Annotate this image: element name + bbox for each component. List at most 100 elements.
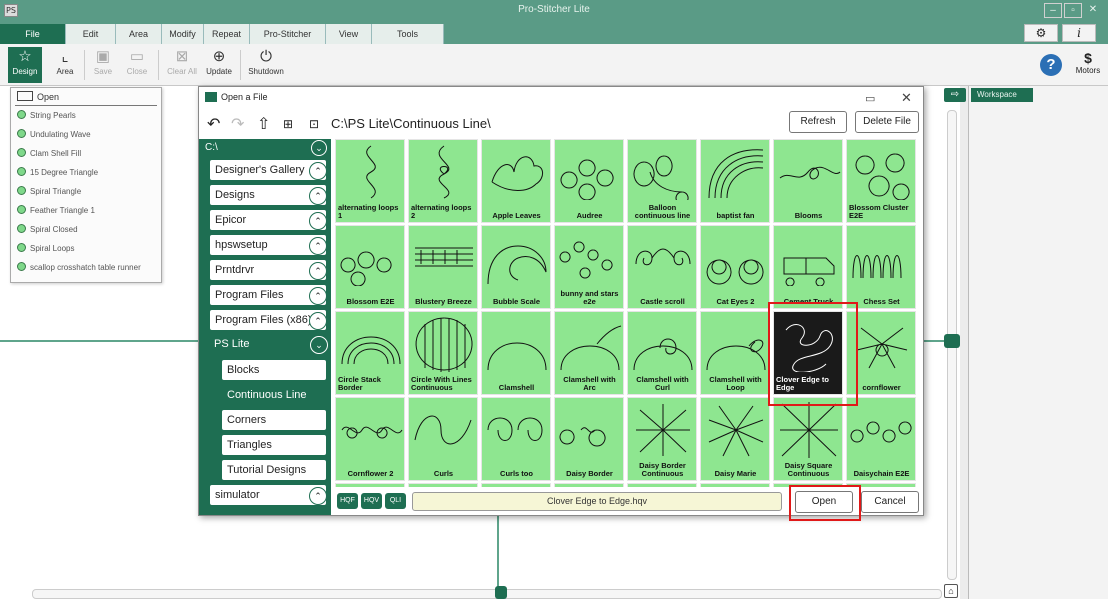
info-icon[interactable]: i bbox=[1062, 24, 1096, 42]
delete-file-button[interactable]: Delete File bbox=[855, 111, 919, 133]
file-thumbnail-partial[interactable] bbox=[408, 483, 478, 487]
file-thumbnail[interactable]: Curls too bbox=[481, 397, 551, 481]
tree-folder[interactable]: Continuous Line bbox=[221, 384, 327, 406]
tree-folder[interactable]: Designer's Gallery ⌃ bbox=[209, 159, 327, 181]
menu-tab-view[interactable]: View bbox=[326, 24, 372, 44]
design-menu-item[interactable]: Spiral Triangle bbox=[11, 182, 161, 201]
menu-tab-repeat[interactable]: Repeat bbox=[204, 24, 250, 44]
file-thumbnail[interactable]: Clamshell bbox=[481, 311, 551, 395]
file-thumbnail[interactable]: Cement Truck bbox=[773, 225, 843, 309]
format-hqv-button[interactable]: HQV bbox=[361, 493, 382, 509]
file-thumbnail[interactable]: Clamshell with Curl bbox=[627, 311, 697, 395]
redo-icon[interactable]: ↷ bbox=[231, 114, 244, 134]
design-menu-item[interactable]: Clam Shell Fill bbox=[11, 144, 161, 163]
chevron-up-icon[interactable]: ⌃ bbox=[309, 287, 327, 305]
cancel-button[interactable]: Cancel bbox=[861, 491, 919, 513]
file-thumbnail[interactable]: Cornflower 2 bbox=[335, 397, 405, 481]
tree-folder[interactable]: PS Lite ⌄ bbox=[209, 334, 328, 356]
file-thumbnail[interactable]: Blossom E2E bbox=[335, 225, 405, 309]
tree-folder[interactable]: Prntdrvr ⌃ bbox=[209, 259, 327, 281]
file-thumbnail[interactable]: Castle scroll bbox=[627, 225, 697, 309]
menu-tab-area[interactable]: Area bbox=[116, 24, 162, 44]
tree-folder[interactable]: Program Files ⌃ bbox=[209, 284, 327, 306]
file-thumbnail[interactable]: alternating loops 2 bbox=[408, 139, 478, 223]
file-thumbnail[interactable]: baptist fan bbox=[700, 139, 770, 223]
file-thumbnail-partial[interactable] bbox=[481, 483, 551, 487]
folder-view-icon[interactable]: ⊡ bbox=[309, 117, 319, 131]
file-thumbnail[interactable]: Cat Eyes 2 bbox=[700, 225, 770, 309]
shutdown-button[interactable]: ⏻ Shutdown bbox=[246, 47, 286, 83]
filename-field[interactable]: Clover Edge to Edge.hqv bbox=[412, 492, 782, 511]
file-thumbnail[interactable]: alternating loops 1 bbox=[335, 139, 405, 223]
chevron-up-icon[interactable]: ⌃ bbox=[309, 212, 327, 230]
horizontal-scroll-thumb[interactable] bbox=[495, 586, 507, 599]
design-menu-item[interactable]: scallop crosshatch table runner bbox=[11, 258, 161, 277]
file-thumbnail[interactable]: Daisy Border Continuous bbox=[627, 397, 697, 481]
undo-icon[interactable]: ↶ bbox=[207, 114, 220, 134]
file-thumbnail[interactable]: Clamshell with Arc bbox=[554, 311, 624, 395]
dialog-close-button[interactable]: ✕ bbox=[901, 88, 912, 108]
up-folder-icon[interactable]: ⇧ bbox=[257, 114, 270, 134]
menu-tab-tools[interactable]: Tools bbox=[372, 24, 444, 44]
design-menu-item[interactable]: Undulating Wave bbox=[11, 125, 161, 144]
design-menu-item[interactable]: Spiral Closed bbox=[11, 220, 161, 239]
workspace-tab[interactable]: Workspace bbox=[971, 88, 1033, 102]
expand-arrow-icon[interactable]: ⇨ bbox=[944, 88, 966, 102]
menu-tab-file[interactable]: File bbox=[0, 24, 66, 44]
file-thumbnail[interactable]: Daisy Marie bbox=[700, 397, 770, 481]
file-thumbnail[interactable]: Audree bbox=[554, 139, 624, 223]
file-thumbnail[interactable]: Daisy Border bbox=[554, 397, 624, 481]
chevron-up-icon[interactable]: ⌃ bbox=[309, 312, 327, 330]
file-thumbnail[interactable]: Blooms bbox=[773, 139, 843, 223]
file-thumbnail-partial[interactable] bbox=[335, 483, 405, 487]
tree-folder[interactable]: Epicor ⌃ bbox=[209, 209, 327, 231]
tree-folder[interactable]: Program Files (x86) ⌃ bbox=[209, 309, 327, 331]
area-button[interactable]: ⌞ Area bbox=[48, 47, 82, 83]
tree-folder[interactable]: Designs ⌃ bbox=[209, 184, 327, 206]
open-menu-item[interactable]: Open bbox=[15, 88, 157, 106]
tree-folder[interactable]: Triangles bbox=[221, 434, 327, 456]
file-thumbnail[interactable]: Daisychain E2E bbox=[846, 397, 916, 481]
file-thumbnail[interactable]: Blustery Breeze bbox=[408, 225, 478, 309]
menu-tab-modify[interactable]: Modify bbox=[162, 24, 204, 44]
file-thumbnail[interactable]: Daisy Square Continuous bbox=[773, 397, 843, 481]
help-icon[interactable]: ? bbox=[1040, 54, 1062, 76]
tree-root-drive[interactable]: C:\ ⌄ bbox=[199, 139, 331, 157]
design-menu-item[interactable]: 15 Degree Triangle bbox=[11, 163, 161, 182]
chevron-up-icon[interactable]: ⌃ bbox=[309, 187, 327, 205]
chevron-down-icon[interactable]: ⌄ bbox=[311, 140, 327, 156]
file-thumbnail[interactable]: Circle Stack Border bbox=[335, 311, 405, 395]
file-thumbnail[interactable]: bunny and stars e2e bbox=[554, 225, 624, 309]
menu-tab-pro-stitcher[interactable]: Pro-Stitcher bbox=[250, 24, 326, 44]
chevron-up-icon[interactable]: ⌃ bbox=[309, 487, 327, 505]
close-window-button[interactable]: ✕ bbox=[1084, 3, 1102, 18]
file-thumbnail[interactable]: Apple Leaves bbox=[481, 139, 551, 223]
tree-folder[interactable]: Tutorial Designs bbox=[221, 459, 327, 481]
chevron-up-icon[interactable]: ⌃ bbox=[309, 262, 327, 280]
clear-all-button[interactable]: ⊠ Clear All bbox=[164, 47, 200, 83]
refresh-button[interactable]: Refresh bbox=[789, 111, 847, 133]
file-thumbnail[interactable]: Bubble Scale bbox=[481, 225, 551, 309]
format-qli-button[interactable]: QLI bbox=[385, 493, 406, 509]
file-thumbnail[interactable]: Chess Set bbox=[846, 225, 916, 309]
file-thumbnail[interactable]: Blossom Cluster E2E bbox=[846, 139, 916, 223]
vertical-scroll-thumb[interactable] bbox=[944, 334, 960, 348]
chevron-up-icon[interactable]: ⌃ bbox=[309, 237, 327, 255]
tree-folder[interactable]: simulator ⌃ bbox=[209, 484, 327, 506]
tree-folder[interactable]: Corners bbox=[221, 409, 327, 431]
design-menu-item[interactable]: Spiral Loops bbox=[11, 239, 161, 258]
design-menu-item[interactable]: String Pearls bbox=[11, 106, 161, 125]
file-thumbnail[interactable]: Curls bbox=[408, 397, 478, 481]
chevron-down-icon[interactable]: ⌄ bbox=[310, 336, 328, 354]
tree-folder[interactable]: hpswsetup ⌃ bbox=[209, 234, 327, 256]
file-thumbnail[interactable]: Circle With Lines Continuous bbox=[408, 311, 478, 395]
file-thumbnail[interactable]: Balloon continuous line bbox=[627, 139, 697, 223]
chevron-up-icon[interactable]: ⌃ bbox=[309, 162, 327, 180]
settings-gear-icon[interactable]: ⚙ bbox=[1024, 24, 1058, 42]
motors-button[interactable]: $ Motors bbox=[1070, 50, 1106, 75]
design-menu-item[interactable]: Feather Triangle 1 bbox=[11, 201, 161, 220]
file-thumbnail-partial[interactable] bbox=[554, 483, 624, 487]
home-icon[interactable]: ⌂ bbox=[944, 584, 958, 598]
menu-tab-edit[interactable]: Edit bbox=[66, 24, 116, 44]
file-thumbnail[interactable]: Clamshell with Loop bbox=[700, 311, 770, 395]
